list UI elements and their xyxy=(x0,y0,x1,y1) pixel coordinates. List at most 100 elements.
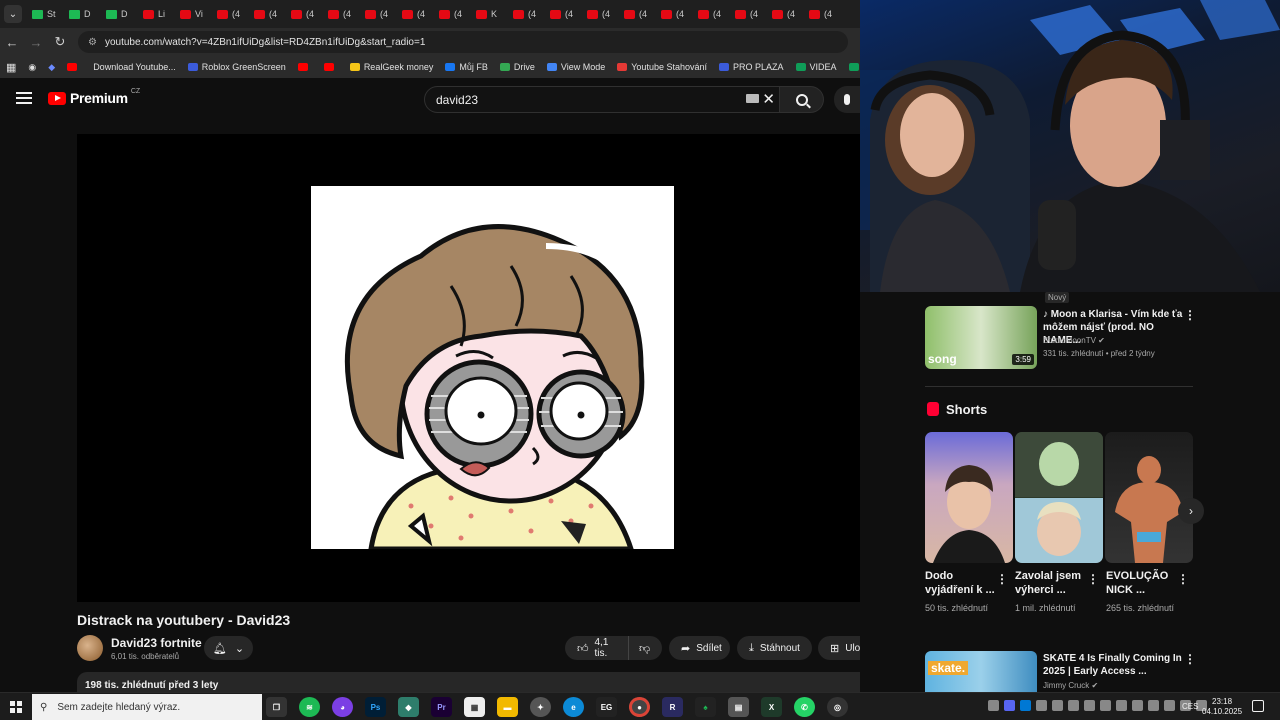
taskbar-search-input[interactable]: ⚲ Sem zadejte hledaný výraz. xyxy=(32,694,262,720)
bookmark-item[interactable]: Youtube Stahování xyxy=(617,62,707,72)
microsoft-store-icon[interactable]: ▦ xyxy=(464,697,485,717)
browser-tab[interactable]: K xyxy=(476,0,513,28)
bookmark-item[interactable] xyxy=(67,62,81,72)
like-button[interactable]: 👍︎ 4,1 tis. xyxy=(565,636,628,660)
apps-icon[interactable]: ▦ xyxy=(6,61,16,74)
channel-avatar[interactable] xyxy=(77,635,103,661)
recommended-video-thumbnail[interactable]: skate. xyxy=(925,651,1037,692)
chrome-icon[interactable]: ◉ xyxy=(28,62,36,73)
more-vertical-icon[interactable]: ⋮ xyxy=(996,572,1008,586)
input-language[interactable]: CES xyxy=(1182,702,1198,711)
subscribed-notifications-button[interactable]: 🔔︎ ⌄ xyxy=(204,636,253,660)
search-button[interactable] xyxy=(780,86,824,113)
short-thumbnail[interactable] xyxy=(1105,432,1193,563)
spotify-icon[interactable]: ≋ xyxy=(299,697,320,717)
voice-search-button[interactable] xyxy=(834,86,860,113)
short-title[interactable]: EVOLUÇÃO NICK ... xyxy=(1106,569,1176,597)
app-icon[interactable]: R xyxy=(662,697,683,717)
back-icon[interactable]: ← xyxy=(0,35,24,50)
task-view-icon[interactable]: ❒ xyxy=(266,697,287,717)
bookmark-item[interactable]: RealGeek money xyxy=(349,62,433,72)
steam-tray-icon[interactable] xyxy=(1068,700,1079,711)
browser-tab[interactable]: (4 xyxy=(291,0,328,28)
share-button[interactable]: ➦ Sdílet xyxy=(669,636,730,660)
short-thumbnail[interactable] xyxy=(1015,432,1103,563)
bookmark-item[interactable] xyxy=(323,62,338,72)
dislike-button[interactable]: 👎︎ xyxy=(628,636,662,660)
clock[interactable]: 23:18 04.10.2025 xyxy=(1202,697,1242,717)
bookmark-item[interactable]: Roblox GreenScreen xyxy=(187,62,286,72)
network-icon[interactable] xyxy=(1084,700,1095,711)
bookmark-item[interactable]: PRO PLAZA xyxy=(719,62,784,72)
bookmark-item[interactable]: Můj FB xyxy=(445,62,488,72)
browser-tab[interactable]: (4 xyxy=(550,0,587,28)
bookmark-item[interactable] xyxy=(297,62,312,72)
photoshop-icon[interactable]: Ps xyxy=(365,697,386,717)
browser-tab[interactable]: (4 xyxy=(254,0,291,28)
browser-tab[interactable]: (4 xyxy=(328,0,365,28)
browser-tab[interactable]: D xyxy=(69,0,106,28)
forward-icon[interactable]: → xyxy=(24,35,48,50)
browser-tab[interactable]: (4 xyxy=(587,0,624,28)
app-icon[interactable]: ✦ xyxy=(530,697,551,717)
file-explorer-icon[interactable]: ▬ xyxy=(497,697,518,717)
microphone-icon[interactable] xyxy=(1132,700,1143,711)
excel-icon[interactable]: X xyxy=(761,697,782,717)
premiere-icon[interactable]: Pr xyxy=(431,697,452,717)
bookmark-extension-icon[interactable]: ◆ xyxy=(48,62,55,73)
more-vertical-icon[interactable]: ⋮ xyxy=(1184,652,1196,666)
short-title[interactable]: Zavolal jsem výherci ... xyxy=(1015,569,1085,597)
tray-icon[interactable] xyxy=(1100,700,1111,711)
tray-icon[interactable] xyxy=(1036,700,1047,711)
menu-icon[interactable] xyxy=(16,92,32,104)
steam-icon[interactable]: ◎ xyxy=(827,697,848,717)
short-title[interactable]: Dodo vyjádření k ... xyxy=(925,569,995,597)
search-input[interactable]: david23 ✕ xyxy=(424,86,780,113)
browser-tab[interactable]: (4 xyxy=(217,0,254,28)
tray-icon[interactable] xyxy=(1004,700,1015,711)
bookmark-item[interactable]: Drive xyxy=(499,62,535,72)
notifications-icon[interactable] xyxy=(1252,700,1264,712)
recommended-video-title[interactable]: SKATE 4 Is Finally Coming In 2025 | Earl… xyxy=(1043,652,1183,678)
browser-tab[interactable]: D xyxy=(106,0,143,28)
youtube-premium-logo[interactable]: Premium CZ xyxy=(48,88,140,106)
browser-tab[interactable]: (4 xyxy=(661,0,698,28)
browser-tab[interactable]: (4 xyxy=(624,0,661,28)
browser-tab[interactable]: (4 xyxy=(402,0,439,28)
whatsapp-icon[interactable]: ✆ xyxy=(794,697,815,717)
browser-tab[interactable]: St xyxy=(32,0,69,28)
browser-tab[interactable]: (4 xyxy=(735,0,772,28)
reload-icon[interactable]: ↻ xyxy=(48,34,72,50)
channel-name[interactable]: David23 fortnite xyxy=(111,636,202,650)
epic-games-icon[interactable]: EG xyxy=(596,697,617,717)
bookmark-item[interactable]: VIDEA xyxy=(795,62,837,72)
recommended-video-channel[interactable]: StudioMoonTV ✔ xyxy=(1043,336,1105,345)
app-icon[interactable]: ◆ xyxy=(398,697,419,717)
bookmark-item[interactable]: MARTY UKOLY xyxy=(848,62,860,72)
app-icon[interactable]: ♠ xyxy=(695,697,716,717)
volume-icon[interactable] xyxy=(1052,700,1063,711)
recommended-video-thumbnail[interactable]: song 3:59 xyxy=(925,306,1037,369)
browser-tab[interactable]: (4 xyxy=(809,0,846,28)
keyboard-icon[interactable] xyxy=(746,94,759,103)
browser-tab[interactable]: (4 xyxy=(698,0,735,28)
more-vertical-icon[interactable]: ⋮ xyxy=(1087,572,1099,586)
tray-icon[interactable] xyxy=(1020,700,1031,711)
calculator-icon[interactable]: ▤ xyxy=(728,697,749,717)
browser-tab[interactable]: (4 xyxy=(513,0,550,28)
clear-search-icon[interactable]: ✕ xyxy=(762,90,775,108)
browser-tab[interactable]: (4 xyxy=(439,0,476,28)
discord-icon[interactable]: ◕ xyxy=(332,697,353,717)
tray-icon[interactable] xyxy=(988,700,999,711)
chrome-icon[interactable]: ● xyxy=(629,697,650,717)
browser-tab[interactable]: (4 xyxy=(365,0,402,28)
browser-tab[interactable]: Vi xyxy=(180,0,217,28)
more-vertical-icon[interactable]: ⋮ xyxy=(1177,572,1189,586)
bookmark-item[interactable]: View Mode xyxy=(546,62,605,72)
tray-icon[interactable] xyxy=(1164,700,1175,711)
download-button[interactable]: ⤓ Stáhnout xyxy=(737,636,812,660)
tray-icon[interactable] xyxy=(1148,700,1159,711)
address-bar[interactable]: ⚙ youtube.com/watch?v=4ZBn1ifUiDg&list=R… xyxy=(78,31,848,53)
short-thumbnail[interactable] xyxy=(925,432,1013,563)
tab-search-button[interactable]: ⌄ xyxy=(4,5,22,23)
